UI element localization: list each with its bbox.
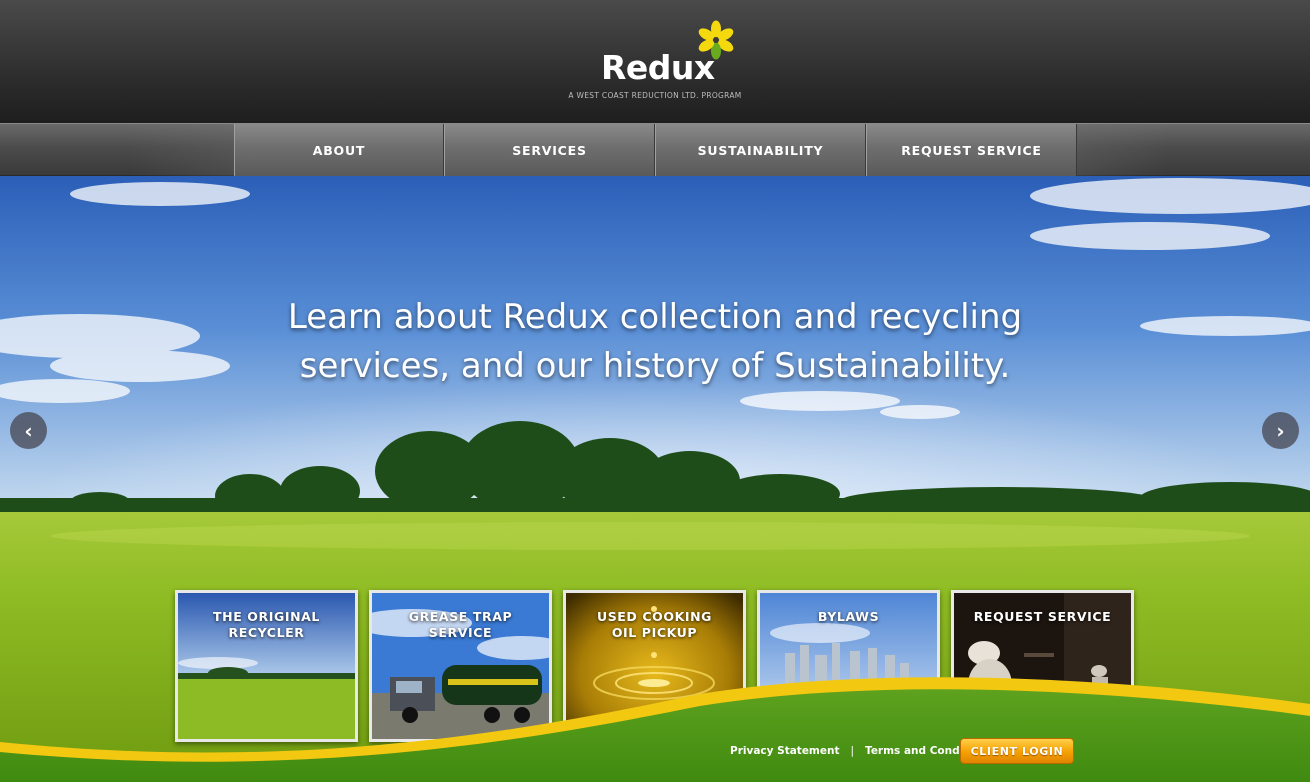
footer-separator: |	[850, 745, 855, 757]
hero-headline-line-2: services, and our history of Sustainabil…	[299, 346, 1011, 386]
footer-links: Privacy Statement | Terms and Conditions	[730, 745, 993, 757]
hero-headline: Learn about Redux collection and recycli…	[0, 293, 1310, 391]
nav-shading-left	[130, 124, 234, 176]
client-login-button[interactable]: CLIENT LOGIN	[960, 738, 1074, 764]
nav-item-sustainability[interactable]: SUSTAINABILITY	[655, 124, 866, 176]
logo[interactable]: Redux A WEST COAST REDUCTION LTD. PROGRA…	[0, 0, 1310, 123]
tile-label: THE ORIGINAL RECYCLER	[213, 609, 320, 640]
hero-slider: Learn about Redux collection and recycli…	[0, 176, 1310, 782]
tile-label: USED COOKING OIL PICKUP	[596, 609, 713, 640]
nav-item-services[interactable]: SERVICES	[444, 124, 655, 176]
slider-next-button[interactable]: ›	[1262, 412, 1299, 449]
tile-label: REQUEST SERVICE	[973, 609, 1112, 624]
hero-headline-line-1: Learn about Redux collection and recycli…	[287, 297, 1023, 337]
footer-wave	[0, 677, 1310, 782]
logo-tagline: A WEST COAST REDUCTION LTD. PROGRAM	[568, 91, 742, 100]
nav-item-request-service[interactable]: REQUEST SERVICE	[866, 124, 1077, 176]
chevron-right-icon: ›	[1276, 418, 1285, 443]
tile-label: GREASE TRAP SERVICE	[408, 609, 513, 640]
chevron-left-icon: ‹	[24, 418, 33, 443]
slider-prev-button[interactable]: ‹	[10, 412, 47, 449]
nav-item-about[interactable]: ABOUT	[234, 124, 444, 176]
flower-icon	[698, 20, 734, 60]
privacy-statement-link[interactable]: Privacy Statement	[730, 745, 840, 757]
tile-label: BYLAWS	[817, 609, 880, 624]
main-nav: ABOUT SERVICES SUSTAINABILITY REQUEST SE…	[0, 123, 1310, 176]
site-header: Redux A WEST COAST REDUCTION LTD. PROGRA…	[0, 0, 1310, 123]
nav-shading-right	[1077, 124, 1167, 176]
